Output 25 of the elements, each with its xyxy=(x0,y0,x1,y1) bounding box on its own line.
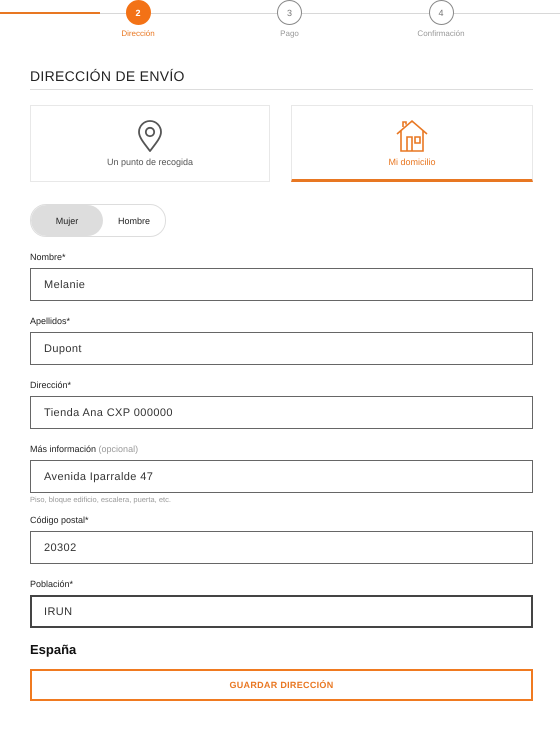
section-title: DIRECCIÓN DE ENVÍO xyxy=(30,68,533,90)
delivery-option[interactable]: Un punto de recogida xyxy=(30,105,270,182)
field-label: Código postal* xyxy=(30,515,90,525)
location-pin-icon xyxy=(137,120,163,152)
text-input[interactable]: Melanie xyxy=(30,268,533,301)
text-input[interactable]: 20302 xyxy=(30,531,533,564)
text-input[interactable]: Tienda Ana CXP 000000 xyxy=(30,396,533,429)
text-input[interactable]: Avenida Iparralde 47 xyxy=(30,460,533,493)
step-number: 4 xyxy=(428,0,454,25)
text-input[interactable]: IRUN xyxy=(30,595,533,628)
text-input[interactable]: Dupont xyxy=(30,332,533,365)
field-label: Nombre* xyxy=(30,252,67,262)
field-label: Dirección* xyxy=(30,380,72,390)
field-label: Población* xyxy=(30,579,74,589)
step-label: Pago xyxy=(280,29,299,38)
country-name: España xyxy=(30,642,78,657)
house-icon xyxy=(395,118,429,152)
step-number: 3 xyxy=(277,0,302,25)
gender-option[interactable]: Hombre xyxy=(103,205,165,236)
step-label: Confirmación xyxy=(417,29,465,38)
step-number: 2 xyxy=(126,0,150,25)
step-label: Dirección xyxy=(121,29,155,38)
field-label: Más información (opcional) xyxy=(30,444,140,454)
field-label: Apellidos* xyxy=(30,316,72,326)
gender-option[interactable]: Mujer xyxy=(31,205,104,236)
